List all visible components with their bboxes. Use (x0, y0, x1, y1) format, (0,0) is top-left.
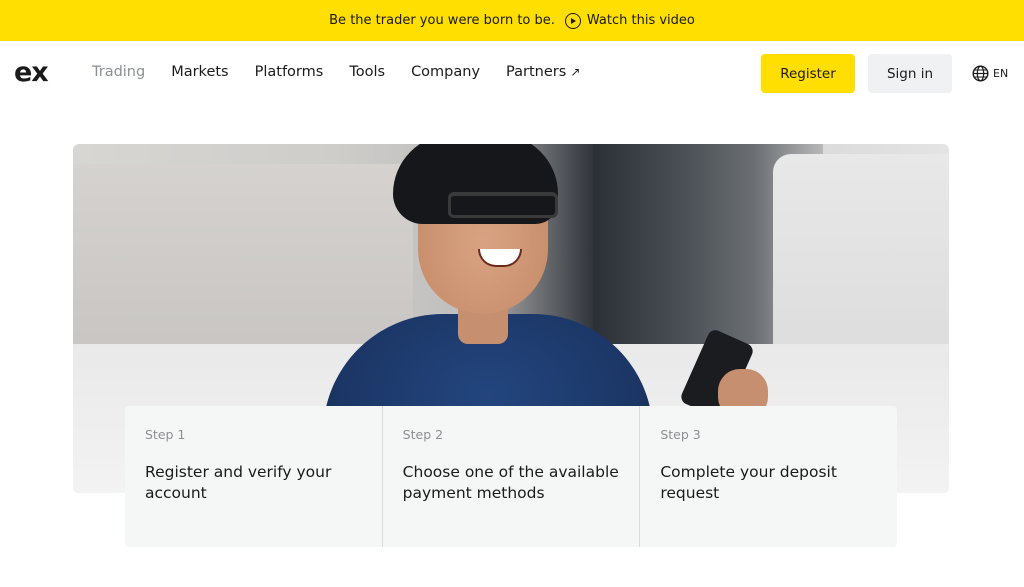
nav-item-platforms[interactable]: Platforms (255, 64, 324, 80)
sign-in-button[interactable]: Sign in (868, 54, 952, 93)
step-label: Step 1 (145, 427, 186, 442)
register-button[interactable]: Register (761, 54, 855, 93)
language-code: EN (993, 67, 1009, 80)
step-text: Complete your deposit request (660, 463, 837, 502)
step-text: Register and verify your account (145, 463, 332, 502)
step-3: Step 3 Complete your deposit request (640, 406, 897, 547)
step-label: Step 3 (660, 427, 701, 442)
site-header: ex Trading Markets Platforms Tools Compa… (0, 41, 1024, 105)
step-1: Step 1 Register and verify your account (125, 406, 383, 547)
step-text: Choose one of the available payment meth… (402, 463, 619, 502)
step-label: Step 2 (402, 427, 444, 442)
nav-item-tools[interactable]: Tools (349, 64, 385, 80)
steps-card: Step 1 Register and verify your account … (125, 406, 897, 547)
nav-item-company[interactable]: Company (411, 64, 480, 80)
banner-text: Be the trader you were born to be. (329, 13, 555, 28)
watch-video-link[interactable]: Watch this video (587, 13, 695, 28)
play-circle-icon[interactable] (564, 12, 581, 29)
language-selector[interactable]: EN (972, 65, 1008, 82)
step-2: Step 2 Choose one of the available payme… (383, 406, 641, 547)
glasses-shape (448, 192, 558, 218)
globe-icon (972, 65, 989, 82)
main-nav: Trading Markets Platforms Tools Company … (92, 64, 606, 80)
logo[interactable]: ex (14, 57, 49, 88)
nav-item-markets[interactable]: Markets (171, 64, 228, 80)
sofa-left-shape (73, 164, 413, 354)
promo-banner: Be the trader you were born to be. Watch… (0, 0, 1024, 41)
external-arrow-icon: ↗ (570, 65, 581, 79)
nav-item-trading[interactable]: Trading (92, 64, 145, 80)
nav-item-partners[interactable]: Partners ↗ (506, 64, 580, 80)
nav-item-partners-label: Partners (506, 64, 567, 80)
